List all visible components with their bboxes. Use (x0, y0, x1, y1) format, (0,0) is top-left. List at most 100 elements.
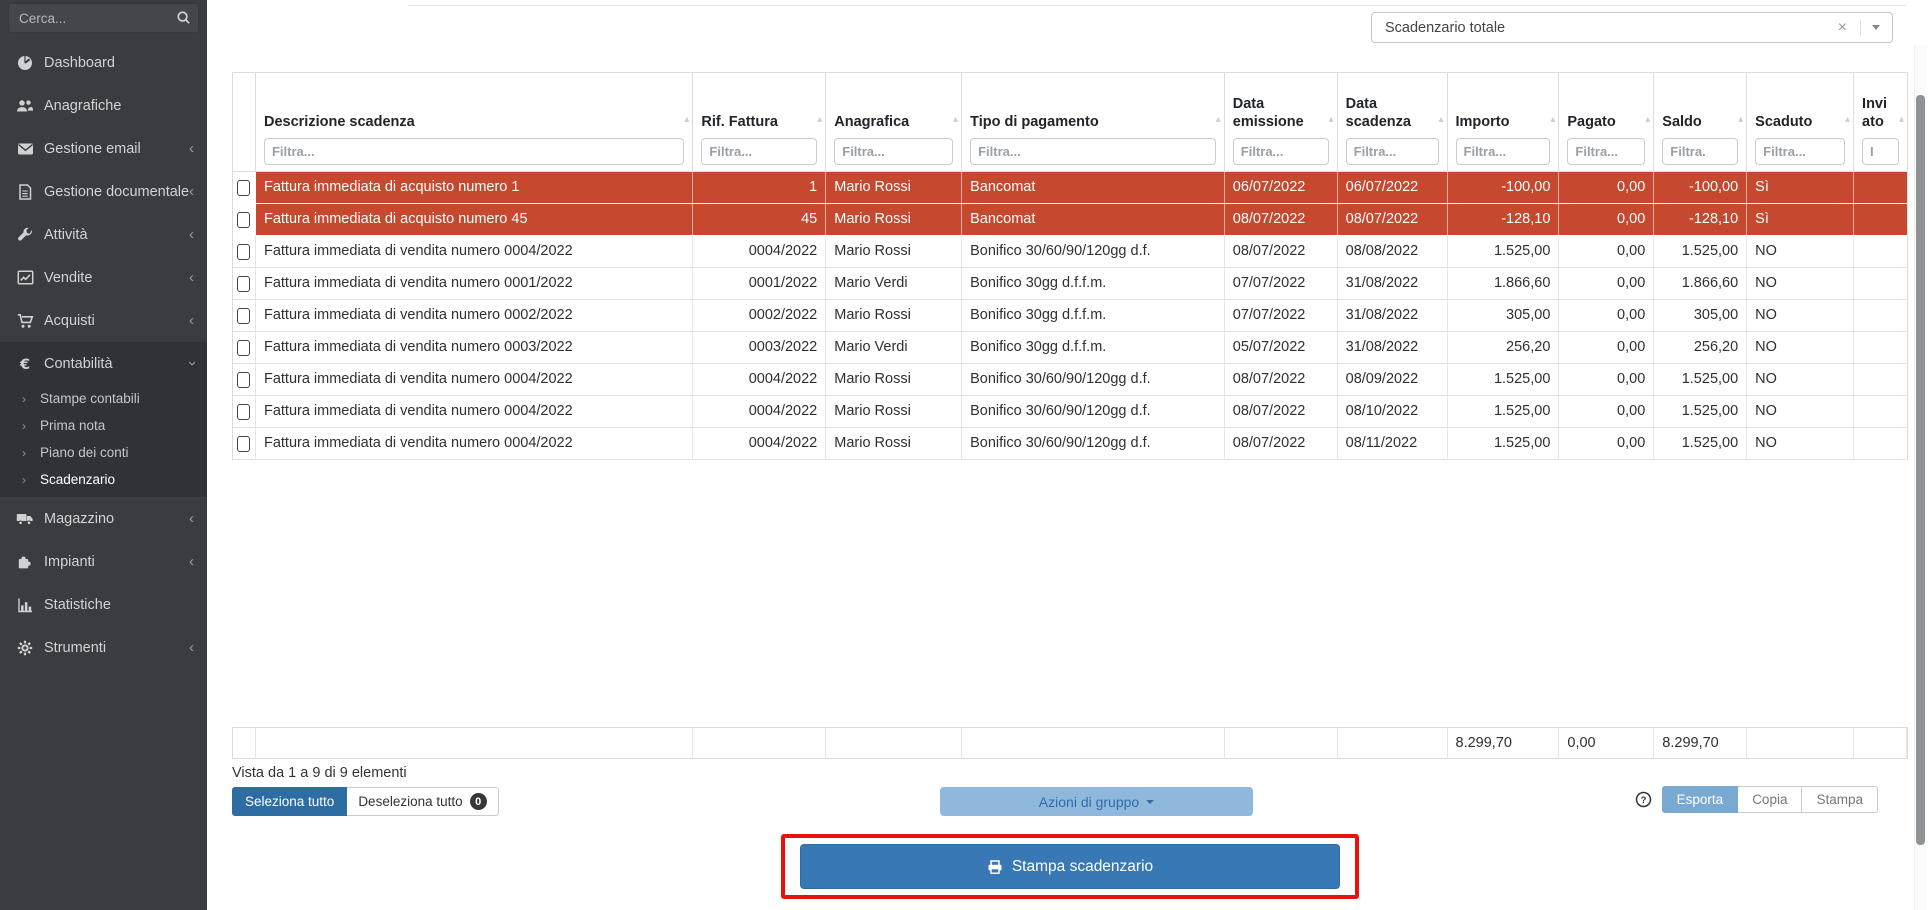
cell-select[interactable] (233, 268, 256, 299)
cell-select[interactable] (233, 364, 256, 395)
cell-select[interactable] (233, 300, 256, 331)
filter-input-inviato[interactable] (1862, 138, 1899, 165)
sidebar-item-vendite[interactable]: Vendite‹ (0, 256, 207, 299)
sidebar-item-gestione-documentale[interactable]: Gestione documentale‹ (0, 170, 207, 213)
sidebar-subitem-stampe-contabili[interactable]: ›Stampe contabili (0, 385, 207, 412)
help-icon[interactable]: ? (1635, 791, 1652, 808)
print-button[interactable]: Stampa (1802, 786, 1878, 813)
cell-select[interactable] (233, 172, 256, 203)
sort-icon[interactable]: ▴ (1845, 114, 1850, 125)
column-header-tipo[interactable]: Tipo di pagamento▴ (962, 73, 1225, 171)
column-header-emissione[interactable]: Data emissione▴ (1225, 73, 1338, 171)
sort-icon[interactable]: ▴ (1738, 114, 1743, 125)
stampa-scadenzario-button[interactable]: Stampa scadenzario (800, 844, 1340, 889)
sort-icon[interactable]: ▴ (953, 114, 958, 125)
table-row[interactable]: Fattura immediata di vendita numero 0004… (233, 396, 1907, 428)
cell-select[interactable] (233, 204, 256, 235)
cell-select[interactable] (233, 236, 256, 267)
filter-input-rif[interactable] (701, 138, 817, 165)
row-checkbox[interactable] (237, 212, 250, 228)
row-checkbox[interactable] (237, 436, 250, 452)
table-row[interactable]: Fattura immediata di vendita numero 0004… (233, 236, 1907, 268)
sidebar-item-gestione-email[interactable]: Gestione email‹ (0, 127, 207, 170)
annotation-highlight: Stampa scadenzario (781, 834, 1359, 899)
search-icon[interactable] (176, 10, 191, 30)
copy-button[interactable]: Copia (1738, 786, 1802, 813)
cell-inviato (1854, 204, 1907, 235)
sort-icon[interactable]: ▴ (1645, 114, 1650, 125)
table-row[interactable]: Fattura immediata di vendita numero 0004… (233, 364, 1907, 396)
filter-input-tipo[interactable] (970, 138, 1216, 165)
row-checkbox[interactable] (237, 404, 250, 420)
column-label: Saldo (1662, 113, 1738, 131)
row-checkbox[interactable] (237, 180, 250, 196)
sort-icon[interactable]: ▴ (1899, 114, 1904, 125)
cell-select[interactable] (233, 332, 256, 363)
vertical-scrollbar[interactable] (1916, 95, 1925, 845)
scadenzario-view-select[interactable]: Scadenzario totale × (1371, 12, 1893, 43)
sort-icon[interactable]: ▴ (1329, 114, 1334, 125)
column-header-inviato[interactable]: Inviato▴ (1854, 73, 1907, 171)
sidebar-subitem-piano-dei-conti[interactable]: ›Piano dei conti (0, 439, 207, 466)
sidebar-item-acquisti[interactable]: Acquisti‹ (0, 299, 207, 342)
sidebar-subitem-scadenzario[interactable]: ›Scadenzario (0, 466, 207, 493)
sidebar-item-attivit[interactable]: Attività‹ (0, 213, 207, 256)
filter-input-pagato[interactable] (1567, 138, 1645, 165)
sidebar-item-dashboard[interactable]: Dashboard (0, 41, 207, 84)
chevron-down-icon[interactable] (1872, 25, 1880, 30)
row-checkbox[interactable] (237, 372, 250, 388)
filter-input-saldo[interactable] (1662, 138, 1738, 165)
table-row[interactable]: Fattura immediata di vendita numero 0004… (233, 428, 1907, 460)
sort-icon[interactable]: ▴ (1438, 114, 1443, 125)
sidebar-item-magazzino[interactable]: Magazzino‹ (0, 497, 207, 540)
column-header-scaduto[interactable]: Scaduto▴ (1747, 73, 1854, 171)
table-totals-row: 8.299,700,008.299,70 (232, 727, 1908, 759)
column-header-pagato[interactable]: Pagato▴ (1559, 73, 1654, 171)
sort-icon[interactable]: ▴ (684, 114, 689, 125)
table-row[interactable]: Fattura immediata di acquisto numero 11M… (233, 172, 1907, 204)
sort-icon[interactable]: ▴ (1216, 114, 1221, 125)
row-checkbox[interactable] (237, 244, 250, 260)
filter-input-scadenza[interactable] (1346, 138, 1439, 165)
clear-selection-icon[interactable]: × (1838, 20, 1847, 36)
group-actions-button[interactable]: Azioni di gruppo (940, 787, 1253, 816)
svg-text:€: € (19, 357, 30, 372)
row-checkbox[interactable] (237, 276, 250, 292)
row-checkbox[interactable] (237, 340, 250, 356)
table-row[interactable]: Fattura immediata di vendita numero 0003… (233, 332, 1907, 364)
top-divider (408, 5, 1907, 6)
search-input[interactable] (8, 3, 199, 33)
column-header-anag[interactable]: Anagrafica▴ (826, 73, 962, 171)
table-row[interactable]: Fattura immediata di acquisto numero 454… (233, 204, 1907, 236)
sidebar-item-impianti[interactable]: Impianti‹ (0, 540, 207, 583)
sidebar-item-strumenti[interactable]: Strumenti‹ (0, 626, 207, 669)
sidebar-item-statistiche[interactable]: Statistiche (0, 583, 207, 626)
column-header-importo[interactable]: Importo▴ (1448, 73, 1560, 171)
filter-input-desc[interactable] (264, 138, 684, 165)
column-header-rif[interactable]: Rif. Fattura▴ (693, 73, 826, 171)
sidebar-subitem-prima-nota[interactable]: ›Prima nota (0, 412, 207, 439)
filter-input-scaduto[interactable] (1755, 138, 1845, 165)
row-checkbox[interactable] (237, 308, 250, 324)
sidebar-item-contabilit[interactable]: €Contabilità‹ (0, 342, 207, 385)
cell-inviato (1854, 172, 1907, 203)
table-row[interactable]: Fattura immediata di vendita numero 0002… (233, 300, 1907, 332)
column-header-scadenza[interactable]: Data scadenza▴ (1338, 73, 1448, 171)
filter-input-anag[interactable] (834, 138, 953, 165)
table-row[interactable]: Fattura immediata di vendita numero 0001… (233, 268, 1907, 300)
cell-select[interactable] (233, 428, 256, 459)
sort-icon[interactable]: ▴ (817, 114, 822, 125)
column-header-desc[interactable]: Descrizione scadenza▴ (256, 73, 693, 171)
deselect-all-button[interactable]: Deseleziona tutto 0 (347, 787, 498, 816)
filter-input-importo[interactable] (1456, 138, 1551, 165)
cell-select[interactable] (233, 396, 256, 427)
caret-down-icon (1146, 800, 1154, 804)
column-header-saldo[interactable]: Saldo▴ (1654, 73, 1747, 171)
sort-icon[interactable]: ▴ (1550, 114, 1555, 125)
select-all-button[interactable]: Seleziona tutto (232, 787, 347, 816)
sidebar-item-anagrafiche[interactable]: Anagrafiche (0, 84, 207, 127)
main-content: Scadenzario totale × Descrizione scadenz… (207, 0, 1929, 910)
export-button[interactable]: Esporta (1662, 786, 1739, 813)
column-label: Tipo di pagamento (970, 113, 1216, 131)
filter-input-emissione[interactable] (1233, 138, 1329, 165)
